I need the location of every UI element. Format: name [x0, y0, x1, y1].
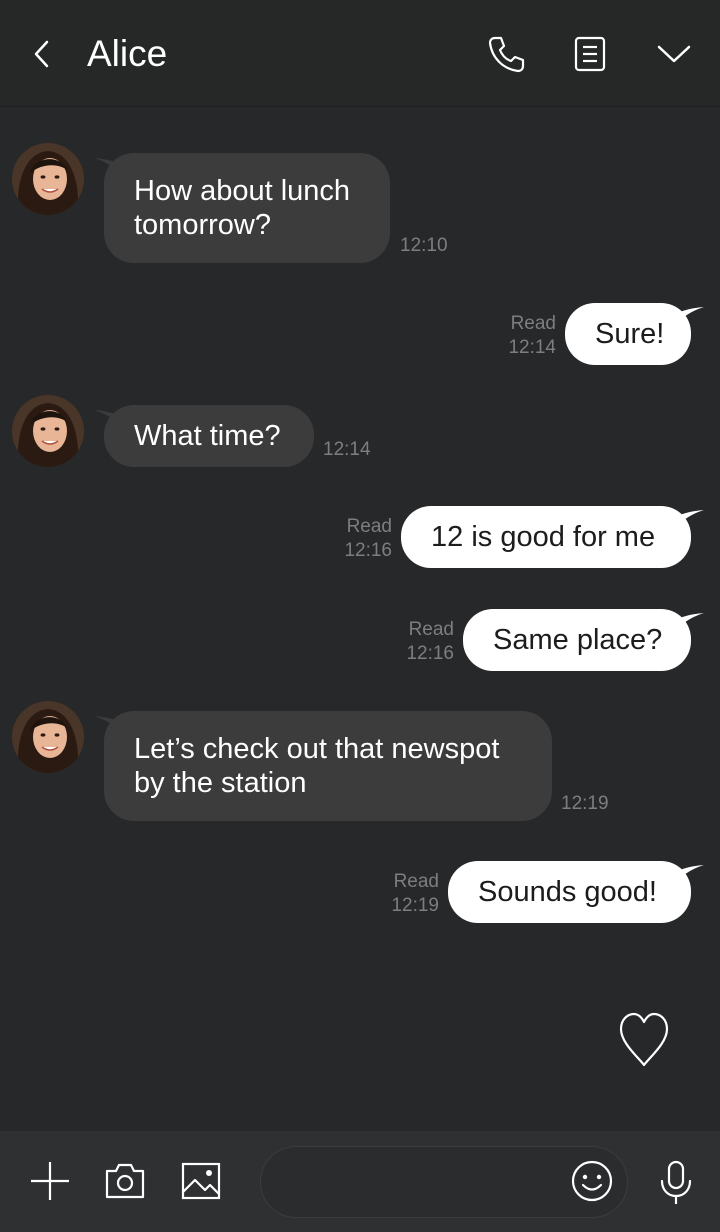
chevron-down-icon: [657, 45, 691, 63]
notes-button[interactable]: [566, 30, 614, 78]
voice-button[interactable]: [652, 1157, 700, 1209]
chevron-left-icon: [34, 40, 49, 68]
emoji-icon: [571, 1160, 613, 1202]
message-bubble-incoming[interactable]: Let’s check out that newspot by the stat…: [104, 711, 552, 821]
microphone-icon: [660, 1160, 692, 1204]
emoji-button[interactable]: [568, 1157, 616, 1205]
avatar-image: [12, 395, 84, 467]
avatar[interactable]: [12, 143, 84, 215]
message-bubble-incoming[interactable]: How about lunch tomorrow?: [104, 153, 390, 263]
message-bubble-outgoing[interactable]: Sounds good!: [448, 861, 691, 923]
message-bubble-incoming[interactable]: What time?: [104, 405, 314, 467]
phone-icon: [488, 36, 525, 73]
add-button[interactable]: [26, 1157, 74, 1205]
avatar-image: [12, 701, 84, 773]
message-time: 12:14: [323, 439, 371, 460]
read-receipt: Read 12:16: [406, 619, 454, 664]
call-button[interactable]: [480, 30, 532, 78]
read-receipt: Read 12:16: [344, 516, 392, 561]
message-time: 12:10: [400, 235, 448, 256]
plus-icon: [31, 1162, 69, 1200]
read-receipt: Read 12:19: [391, 871, 439, 916]
contact-name: Alice: [87, 33, 168, 74]
message-bubble-outgoing[interactable]: Same place?: [463, 609, 691, 671]
avatar-image: [12, 143, 84, 215]
avatar[interactable]: [12, 395, 84, 467]
image-icon: [181, 1162, 221, 1200]
like-button[interactable]: [612, 1008, 676, 1072]
back-button[interactable]: [18, 28, 66, 80]
message-input-bar: [0, 1131, 720, 1232]
notes-icon: [574, 36, 606, 72]
message-text: Let’s check out that newspot by the stat…: [134, 733, 500, 799]
message-text: How about lunch tomorrow?: [134, 175, 351, 241]
avatar[interactable]: [12, 701, 84, 773]
chat-header: Alice: [0, 0, 720, 107]
message-text: What time?: [134, 420, 281, 452]
read-receipt: Read 12:14: [508, 313, 556, 358]
menu-button[interactable]: [650, 30, 698, 78]
message-bubble-outgoing[interactable]: 12 is good for me: [401, 506, 691, 568]
heart-icon: [619, 1012, 669, 1067]
camera-icon: [105, 1163, 145, 1199]
camera-button[interactable]: [100, 1157, 150, 1205]
message-time: 12:19: [561, 793, 609, 814]
message-bubble-outgoing[interactable]: Sure!: [565, 303, 691, 365]
gallery-button[interactable]: [176, 1157, 226, 1205]
